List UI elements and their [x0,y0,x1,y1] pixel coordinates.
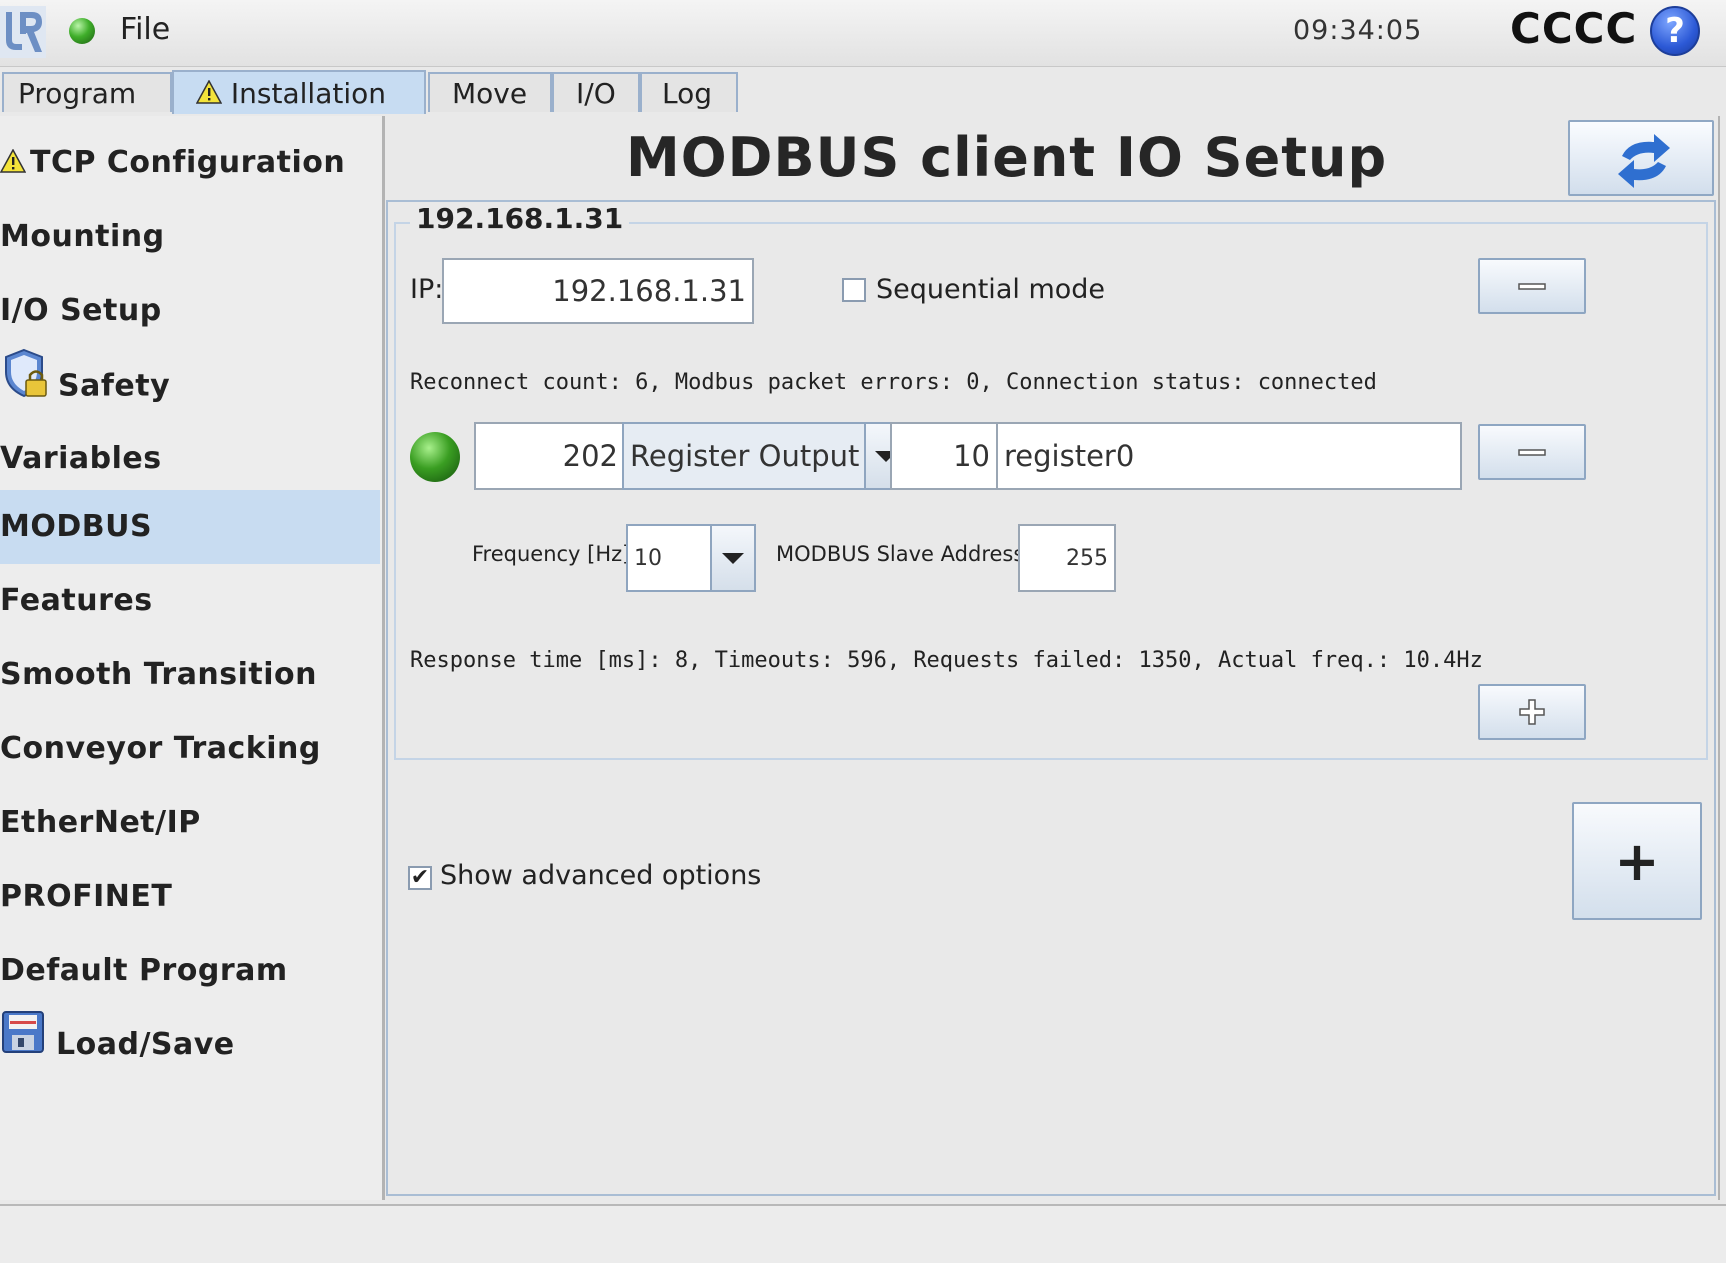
robot-name: CCCC [1510,4,1638,53]
modbus-unit-group: 192.168.1.31 IP: 192.168.1.31 Sequential… [394,202,1708,760]
sidebar-item-label: Mounting [0,219,165,254]
tab-label: Log [662,77,713,110]
sidebar-item-load-save[interactable]: Load/Save [0,1008,380,1082]
minus-icon [1518,283,1546,290]
sidebar-item-label: Smooth Transition [0,657,318,692]
sidebar-item-smooth-transition[interactable]: Smooth Transition [0,638,380,712]
clock: 09:34:05 [1293,15,1423,46]
tab-label: Program [18,77,137,110]
sidebar-item-label: MODBUS [0,509,153,544]
page-title: MODBUS client IO Setup [626,126,1388,189]
file-menu[interactable]: File [120,12,170,47]
sidebar-item-label: I/O Setup [0,293,162,328]
sidebar-item-label: Safety [58,368,171,404]
remove-signal-button[interactable] [1478,424,1586,480]
safety-shield-icon [2,348,48,426]
signal-status-icon [410,432,460,482]
add-unit-label: + [1614,829,1660,893]
tab-label: Move [452,77,528,110]
sidebar-item-label: PROFINET [0,879,173,914]
sidebar-item-label: Variables [0,441,162,476]
sequential-mode-checkbox[interactable] [842,278,866,302]
sidebar-item-label: Default Program [0,953,288,988]
show-advanced-label: Show advanced options [440,860,762,891]
sidebar-item-label: Conveyor Tracking [0,731,321,766]
tab-label: I/O [576,77,616,110]
sidebar-item-default-program[interactable]: Default Program [0,934,380,1008]
tab-move[interactable]: Move [428,72,552,112]
sidebar-item-tcp-configuration[interactable]: TCP Configuration [0,126,380,200]
ip-input[interactable]: 192.168.1.31 [442,258,754,324]
floppy-disk-icon [0,1009,46,1083]
refresh-button[interactable] [1568,120,1714,196]
sidebar-item-features[interactable]: Features [0,564,380,638]
add-signal-button[interactable] [1478,684,1586,740]
add-unit-button[interactable]: + [1572,802,1702,920]
chevron-down-icon [710,526,754,590]
sidebar-item-mounting[interactable]: Mounting [0,200,380,274]
modbus-panel: MODBUS client IO Setup 192.168.1.31 IP: … [386,116,1720,1200]
robot-status-icon [69,18,95,44]
installation-sidebar: TCP Configuration Mounting I/O Setup Saf… [0,116,385,1200]
signal-address-input[interactable]: 202 [474,422,626,490]
warning-icon [195,73,223,117]
top-bar: File 09:34:05 CCCC ? [0,0,1726,67]
show-advanced-checkbox[interactable]: ✔ [408,866,432,890]
frequency-label: Frequency [Hz] [472,542,631,566]
connection-status-text: Reconnect count: 6, Modbus packet errors… [410,370,1377,395]
sidebar-item-safety[interactable]: Safety [0,348,380,422]
tab-io[interactable]: I/O [552,72,640,112]
tab-log[interactable]: Log [640,72,738,112]
sidebar-item-profinet[interactable]: PROFINET [0,860,380,934]
slave-address-label: MODBUS Slave Address [776,542,1025,566]
frequency-select[interactable]: 10 [626,524,756,592]
sequential-mode-label: Sequential mode [876,274,1106,305]
warning-icon [0,127,27,201]
minus-icon [1518,449,1546,456]
tab-label: Installation [230,77,386,110]
sidebar-item-variables[interactable]: Variables [0,422,380,496]
main-tabs: Program Installation Move I/O Log [0,70,1726,114]
frequency-value: 10 [634,545,662,571]
tab-installation[interactable]: Installation [172,70,426,114]
signal-value-input[interactable]: 10 [890,422,998,490]
ur-logo-icon [0,6,46,58]
footer-bar [0,1204,1726,1263]
slave-address-input[interactable]: 255 [1018,524,1116,592]
signal-type-select[interactable]: Register Output [622,422,908,490]
modbus-units-frame: 192.168.1.31 IP: 192.168.1.31 Sequential… [386,200,1716,1196]
sidebar-item-conveyor-tracking[interactable]: Conveyor Tracking [0,712,380,786]
remove-unit-button[interactable] [1478,258,1586,314]
sidebar-item-modbus[interactable]: MODBUS [0,490,380,564]
sidebar-item-label: EtherNet/IP [0,805,201,840]
sidebar-item-label: Load/Save [56,1027,235,1062]
plus-icon [1519,699,1545,725]
sidebar-item-label: TCP Configuration [30,145,346,180]
signal-name-input[interactable]: register0 [996,422,1462,490]
ip-label: IP: [410,274,444,305]
refresh-icon [1618,134,1670,188]
unit-legend: 192.168.1.31 [410,202,630,235]
response-stats-text: Response time [ms]: 8, Timeouts: 596, Re… [410,648,1483,673]
help-button[interactable]: ? [1650,6,1700,56]
sidebar-item-label: Features [0,583,153,618]
sidebar-item-io-setup[interactable]: I/O Setup [0,274,380,348]
sidebar-item-ethernet-ip[interactable]: EtherNet/IP [0,786,380,860]
signal-type-value: Register Output [630,439,860,473]
tab-program[interactable]: Program [2,72,172,112]
